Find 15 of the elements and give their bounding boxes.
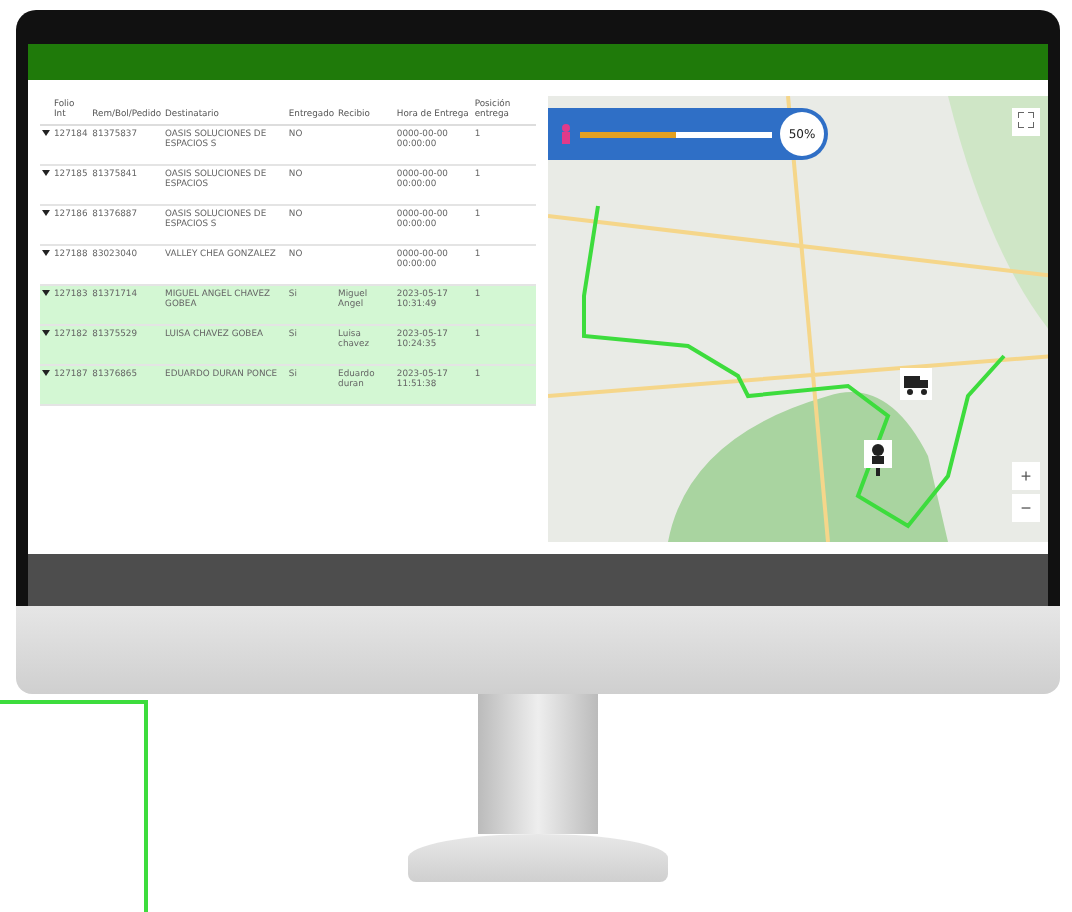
expand-caret-icon[interactable] [42, 330, 50, 336]
expand-caret-icon[interactable] [42, 130, 50, 136]
expand-caret-icon[interactable] [42, 250, 50, 256]
person-icon [560, 124, 572, 144]
fullscreen-icon [1018, 112, 1034, 128]
person-pin-icon [864, 440, 892, 476]
truck-icon [900, 368, 932, 400]
expand-caret-icon[interactable] [42, 210, 50, 216]
zoom-out-button[interactable]: − [1012, 494, 1040, 522]
expand-caret-icon[interactable] [42, 290, 50, 296]
zoom-in-button[interactable]: + [1012, 462, 1040, 490]
expand-caret-icon[interactable] [42, 170, 50, 176]
fullscreen-button[interactable] [1012, 108, 1040, 136]
expand-caret-icon[interactable] [42, 370, 50, 376]
monitor-stand [478, 694, 598, 834]
